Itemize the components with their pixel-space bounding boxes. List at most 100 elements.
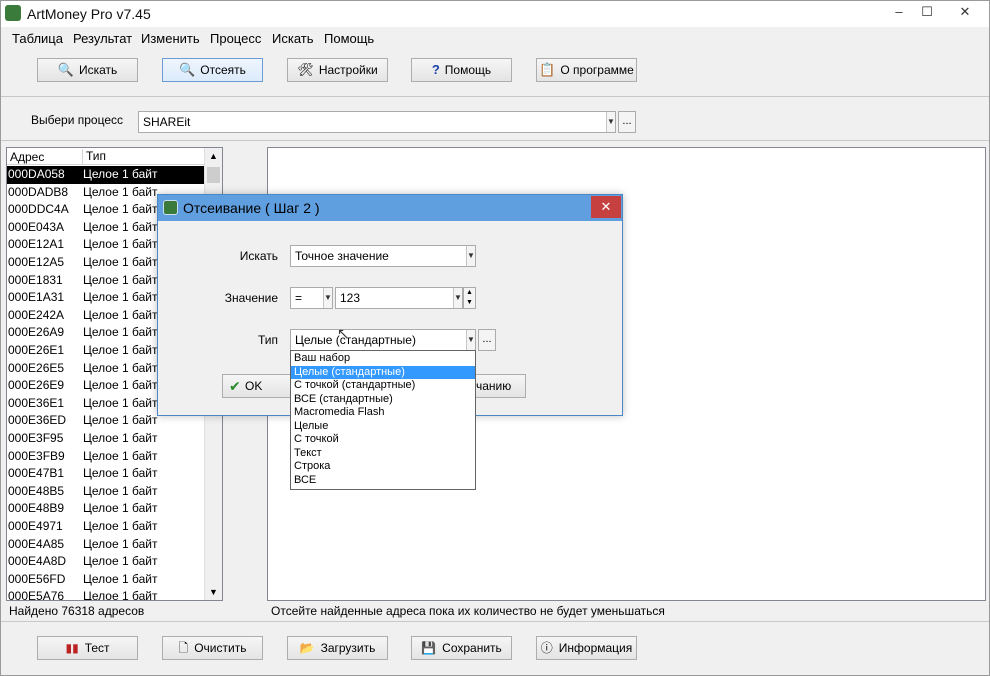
process-select[interactable]: SHAREit ▼ (138, 111, 616, 133)
table-row[interactable]: 000E5A76 Целое 1 байт (7, 588, 205, 601)
type-option[interactable]: Ваш набор (291, 352, 475, 366)
table-row[interactable]: 000E47B1 Целое 1 байт (7, 465, 205, 483)
row-address: 000E1831 (8, 272, 63, 287)
type-option[interactable]: С точкой (стандартные) (291, 379, 475, 393)
row-address: 000DDC4A (8, 202, 69, 217)
chevron-down-icon: ▼ (453, 288, 462, 308)
minimize-button[interactable]: – (885, 1, 913, 23)
menu-process[interactable]: Процесс (210, 31, 261, 46)
menu-bar: Таблица Результат Изменить Процесс Искат… (1, 28, 989, 48)
settings-button[interactable]: 🛠 Настройки (287, 58, 388, 82)
type-value: Целые (стандартные) (295, 333, 416, 347)
app-icon (5, 5, 21, 21)
row-type: Целое 1 байт (83, 501, 158, 516)
type-option[interactable]: Целые (291, 420, 475, 434)
table-row[interactable]: 000E4A85 Целое 1 байт (7, 536, 205, 554)
load-button[interactable]: 📂 Загрузить (287, 636, 388, 660)
table-row[interactable]: 000E48B9 Целое 1 байт (7, 500, 205, 518)
value-input[interactable]: 123 ▼ (335, 287, 463, 309)
scroll-down-icon[interactable]: ▼ (205, 584, 222, 600)
row-address: 000E1A31 (8, 290, 65, 305)
app-icon (163, 200, 178, 215)
spin-down-icon[interactable]: ▼ (464, 298, 475, 308)
row-type: Целое 1 байт (83, 589, 158, 601)
scroll-up-icon[interactable]: ▲ (205, 148, 222, 165)
table-row[interactable]: 000DA058 Целое 1 байт (7, 166, 205, 184)
row-type: Целое 1 байт (83, 554, 158, 569)
menu-help[interactable]: Помощь (324, 31, 374, 46)
row-address: 000E4A85 (8, 536, 65, 551)
row-address: 000E48B5 (8, 483, 65, 498)
table-row[interactable]: 000E3F95 Целое 1 байт (7, 430, 205, 448)
type-option[interactable]: ВСЕ (291, 474, 475, 488)
spin-up-icon[interactable]: ▲ (464, 288, 475, 298)
type-option[interactable]: С точкой (291, 433, 475, 447)
type-option[interactable]: Строка (291, 460, 475, 474)
info-button[interactable]: ⓘ Информация (536, 636, 637, 660)
value-text: 123 (340, 291, 361, 305)
ok-button[interactable]: ✔ OK (222, 374, 292, 398)
type-dropdown-list[interactable]: Ваш набор Целые (стандартные) С точкой (ст… (290, 350, 476, 490)
menu-table[interactable]: Таблица (12, 31, 63, 46)
type-select[interactable]: Целые (стандартные) ▼ (290, 329, 476, 351)
menu-edit[interactable]: Изменить (141, 31, 200, 46)
toolbar-separator (1, 96, 989, 97)
search-button[interactable]: 🔍 Искать (37, 58, 138, 82)
info-button-label: Информация (558, 641, 633, 655)
menu-search[interactable]: Искать (272, 31, 314, 46)
close-button[interactable]: ✕ (945, 1, 985, 23)
row-address: 000E48B9 (8, 501, 65, 516)
help-button[interactable]: ? Помощь (411, 58, 512, 82)
process-browse-button[interactable]: ... (618, 111, 636, 133)
maximize-button[interactable]: ☐ (913, 1, 941, 23)
type-label: Тип (257, 333, 278, 347)
row-address: 000E26E1 (8, 343, 65, 357)
found-count: Найдено 76318 адресов (9, 604, 145, 618)
type-browse-button[interactable]: ... (478, 329, 496, 351)
value-spinner[interactable]: ▲ ▼ (463, 287, 476, 309)
default-button-label: чанию (476, 379, 512, 393)
search-mode-select[interactable]: Точное значение ▼ (290, 245, 476, 267)
row-type: Целое 1 байт (83, 466, 158, 481)
process-separator (1, 140, 989, 141)
about-button[interactable]: 📋 О программе (536, 58, 637, 82)
blank-page-icon: 🗋 (178, 641, 189, 655)
bottom-separator (1, 621, 989, 622)
row-address: 000E3F95 (8, 431, 64, 445)
search-button-label: Искать (78, 63, 118, 77)
type-option[interactable]: Целые (стандартные) (291, 365, 475, 379)
check-icon: ✔ (229, 378, 241, 394)
default-button[interactable]: чанию (476, 374, 526, 398)
type-option[interactable]: Текст (291, 447, 475, 461)
scroll-thumb[interactable] (207, 167, 220, 183)
hint-text: Отсейте найденные адреса пока их количес… (271, 604, 665, 618)
row-address: 000DA058 (8, 167, 65, 181)
table-row[interactable]: 000E56FD Целое 1 байт (7, 571, 205, 589)
row-address: 000E12A1 (8, 237, 65, 252)
type-option[interactable]: ВСЕ (стандартные) (291, 393, 475, 407)
header-type[interactable]: Тип (82, 149, 106, 164)
clear-button[interactable]: 🗋 Очистить (162, 636, 263, 660)
menu-result[interactable]: Результат (73, 31, 132, 46)
floppy-icon: 💾 (421, 641, 437, 655)
table-row[interactable]: 000E4A8D Целое 1 байт (7, 553, 205, 571)
table-row[interactable]: 000E4971 Целое 1 байт (7, 518, 205, 536)
chevron-down-icon: ▼ (466, 330, 475, 350)
header-address[interactable]: Адрес (10, 150, 44, 164)
type-option[interactable]: Macromedia Flash (291, 406, 475, 420)
dialog-close-button[interactable]: ✕ (591, 196, 621, 218)
table-row[interactable]: 000E48B5 Целое 1 байт (7, 483, 205, 501)
filter-button-label: Отсеять (200, 63, 246, 77)
test-button[interactable]: ▮▮ Тест (37, 636, 138, 660)
row-address: 000E26E9 (8, 378, 65, 393)
question-icon: ? (431, 62, 440, 77)
row-type: Целое 1 байт (83, 483, 158, 498)
clear-button-label: Очистить (194, 641, 247, 655)
save-button[interactable]: 💾 Сохранить (411, 636, 512, 660)
filter-button[interactable]: 🔍 Отсеять (162, 58, 263, 82)
load-button-label: Загрузить (320, 641, 376, 655)
operator-select[interactable]: = ▼ (290, 287, 333, 309)
chevron-down-icon: ▼ (466, 246, 475, 266)
about-button-label: О программе (560, 63, 634, 77)
table-row[interactable]: 000E3FB9 Целое 1 байт (7, 448, 205, 466)
